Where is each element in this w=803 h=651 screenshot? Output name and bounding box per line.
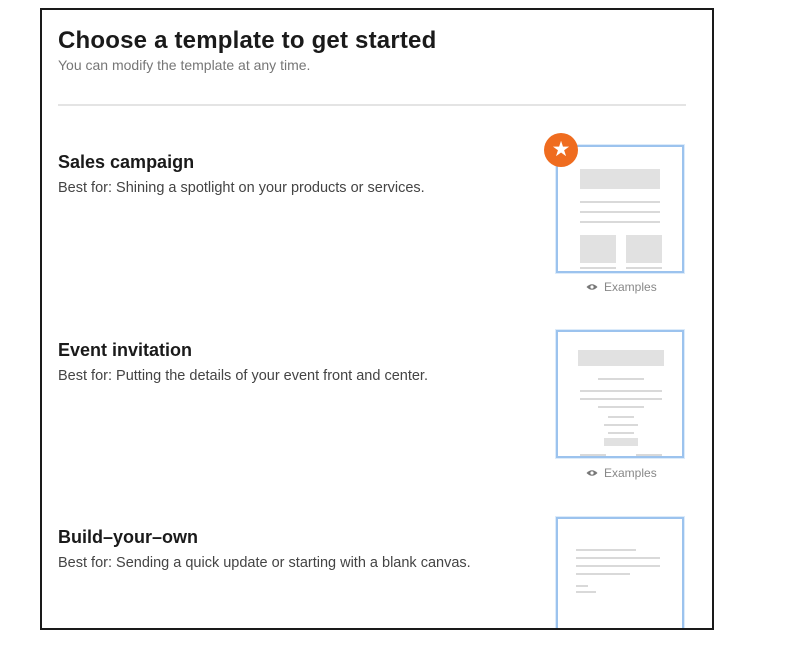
thumb-line	[598, 378, 644, 380]
thumb-header-block	[578, 350, 664, 366]
thumb-line	[580, 221, 660, 223]
examples-label: Examples	[604, 280, 657, 294]
template-thumbnail-build-your-own[interactable]	[556, 517, 684, 628]
template-description: Best for: Shining a spotlight on your pr…	[58, 180, 425, 196]
thumb-line	[580, 390, 662, 392]
header: Choose a template to get started You can…	[58, 26, 696, 74]
thumb-image-block	[580, 235, 616, 263]
template-thumbnail-event-invitation[interactable]	[556, 330, 684, 458]
examples-label: Examples	[604, 466, 657, 480]
thumb-line	[608, 416, 634, 418]
eye-icon	[586, 470, 598, 476]
thumb-line	[576, 549, 636, 551]
thumb-line	[598, 406, 644, 408]
thumb-line	[576, 557, 660, 559]
thumb-button-block	[604, 438, 638, 446]
thumb-line	[608, 432, 634, 434]
template-chooser-panel: Choose a template to get started You can…	[40, 8, 714, 630]
eye-icon	[586, 284, 598, 290]
thumb-line	[580, 211, 660, 213]
thumb-line	[576, 585, 588, 587]
template-option-build-your-own[interactable]: Build–your–own Best for: Sending a quick…	[58, 517, 686, 628]
thumb-line	[626, 267, 662, 269]
thumb-line	[604, 424, 638, 426]
star-icon: ★	[544, 133, 578, 167]
thumb-image-block	[626, 235, 662, 263]
divider	[58, 104, 686, 106]
page-title: Choose a template to get started	[58, 27, 437, 54]
thumb-header-block	[580, 169, 660, 189]
examples-link[interactable]: Examples	[586, 280, 657, 294]
template-description: Best for: Sending a quick update or star…	[58, 555, 471, 571]
thumb-line	[576, 591, 596, 593]
template-description: Best for: Putting the details of your ev…	[58, 368, 428, 384]
template-option-event-invitation[interactable]: Event invitation Best for: Putting the d…	[58, 330, 686, 480]
template-option-sales-campaign[interactable]: Sales campaign Best for: Shining a spotl…	[58, 133, 686, 294]
thumb-line	[576, 573, 630, 575]
template-thumbnail-sales-campaign[interactable]	[556, 145, 684, 273]
thumb-line	[580, 267, 616, 269]
thumb-line	[580, 454, 606, 456]
thumb-line	[636, 454, 662, 456]
examples-link[interactable]: Examples	[586, 466, 657, 480]
thumb-line	[580, 201, 660, 203]
page-subtitle: You can modify the template at any time.	[58, 57, 311, 73]
thumb-line	[580, 398, 662, 400]
thumb-line	[576, 565, 660, 567]
